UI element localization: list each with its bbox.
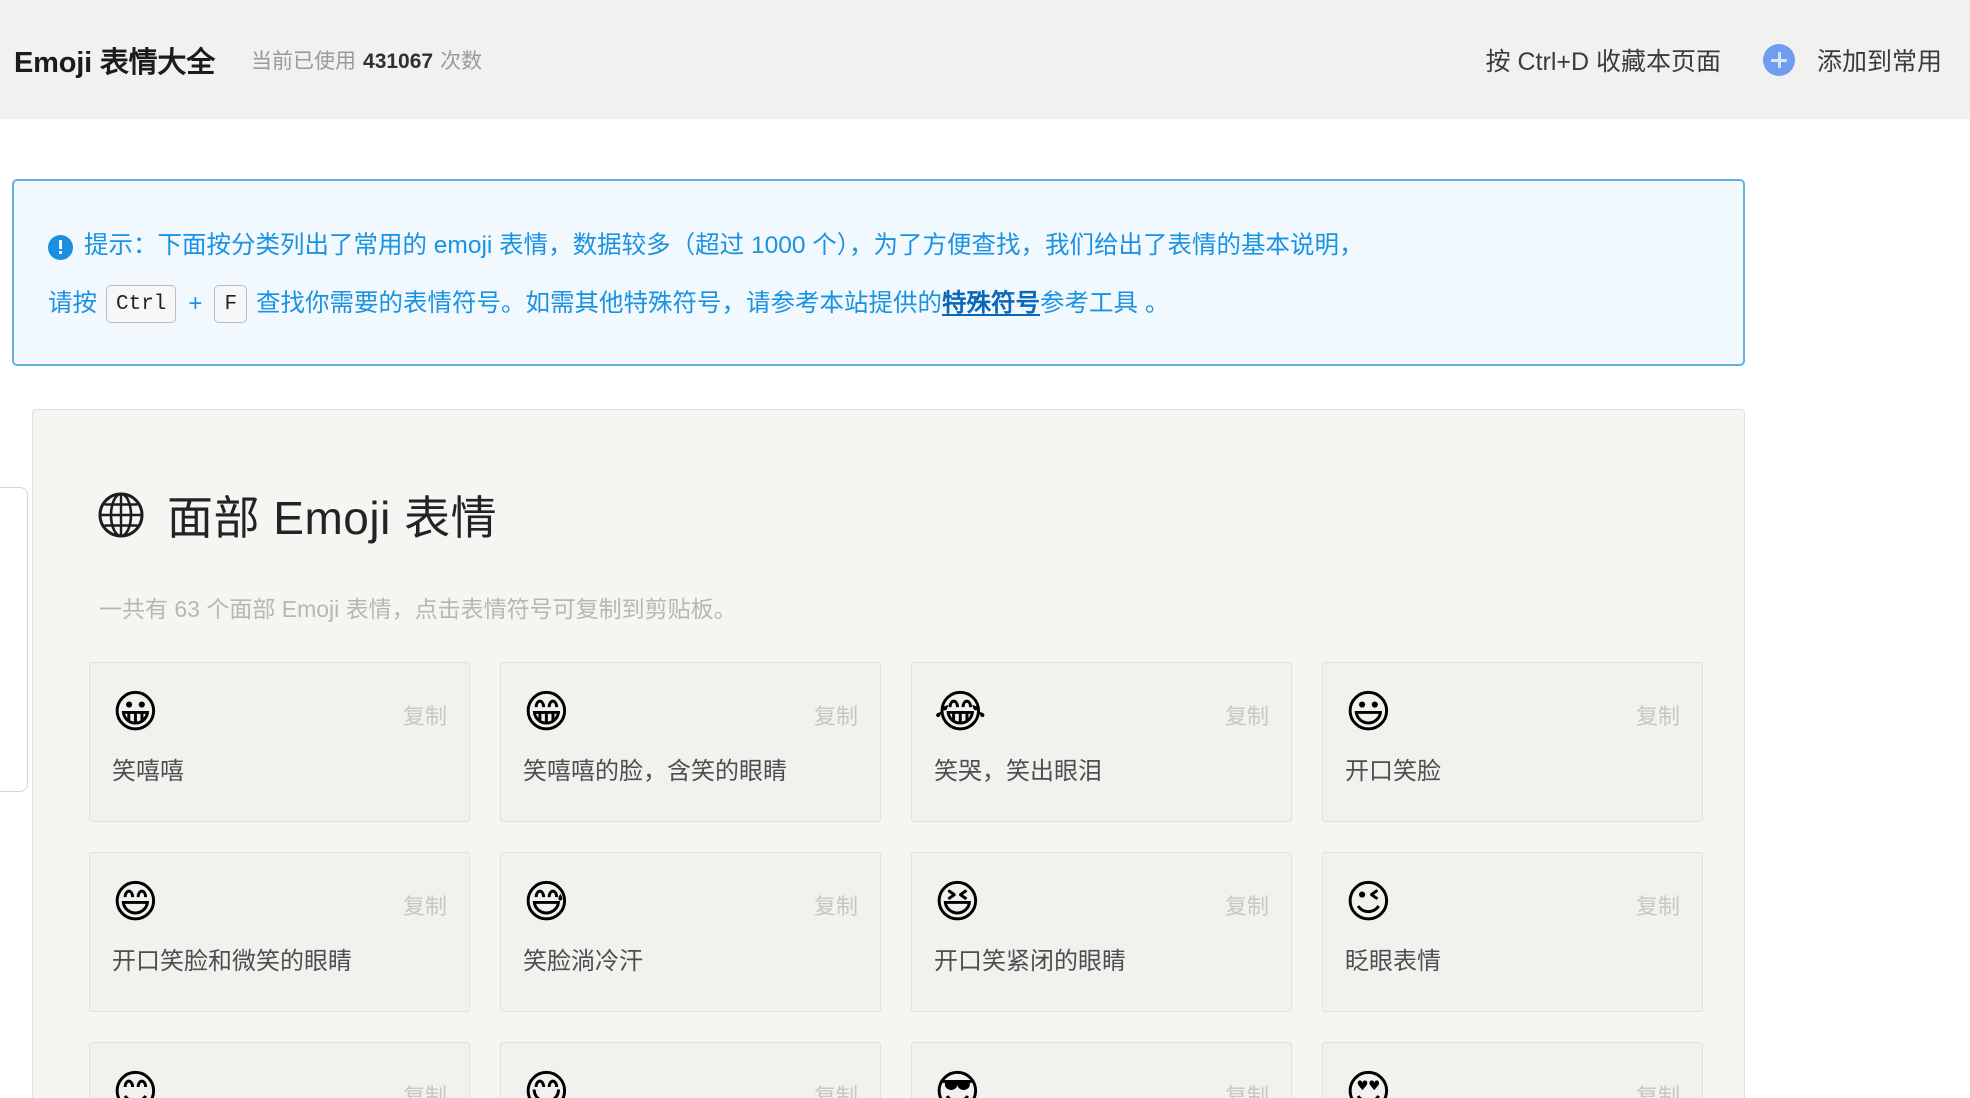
- usage-prefix-label: 当前已使用: [251, 45, 356, 75]
- emoji-name-label: 开口笑脸和微笑的眼睛: [112, 941, 447, 976]
- tip-line-2-suffix: 参考工具 。: [1040, 275, 1169, 333]
- emoji-card[interactable]: 😅 复制笑脸淌冷汗: [500, 852, 881, 1012]
- emoji-card[interactable]: 😉 复制眨眼表情: [1322, 852, 1703, 1012]
- emoji-card[interactable]: 😂 复制笑哭，笑出眼泪: [911, 662, 1292, 822]
- section-heading: 面部 Emoji 表情: [97, 482, 1688, 548]
- tip-line-2: 请按 Ctrl + F 查找你需要的表情符号。如需其他特殊符号，请参考本站提供的…: [48, 275, 1709, 333]
- emoji-name-label: 笑嘻嘻: [112, 751, 447, 786]
- emoji-card[interactable]: 😊 复制: [89, 1042, 470, 1098]
- emoji-card[interactable]: 😆 复制开口笑紧闭的眼睛: [911, 852, 1292, 1012]
- bookmark-hint-label: 按 Ctrl+D 收藏本页面: [1486, 42, 1721, 78]
- emoji-glyph[interactable]: 😂: [934, 685, 987, 739]
- emoji-card-top: 😂 复制: [934, 685, 1269, 739]
- copy-button[interactable]: 复制: [1225, 875, 1269, 921]
- emoji-glyph[interactable]: 😀: [112, 685, 159, 739]
- emoji-card-top: 😀 复制: [112, 685, 447, 739]
- emoji-glyph[interactable]: 😋: [523, 1065, 570, 1098]
- plus-circle-icon: [1763, 44, 1795, 76]
- emoji-card[interactable]: 😃 复制开口笑脸: [1322, 662, 1703, 822]
- emoji-glyph[interactable]: 😄: [112, 875, 159, 929]
- tip-line-2-prefix: 请按: [48, 275, 97, 333]
- usage-count-value: 431067: [363, 50, 433, 74]
- copy-button[interactable]: 复制: [1636, 875, 1680, 921]
- emoji-glyph[interactable]: 😅: [523, 875, 570, 929]
- left-floating-panel[interactable]: [0, 487, 28, 792]
- emoji-card-top: 😃 复制: [1345, 685, 1680, 739]
- emoji-name-label: 笑嘻嘻的脸，含笑的眼睛: [523, 751, 858, 786]
- section-title: 面部 Emoji 表情: [167, 482, 497, 548]
- copy-button[interactable]: 复制: [1225, 1065, 1269, 1098]
- emoji-name-label: 开口笑脸: [1345, 751, 1680, 786]
- emoji-card[interactable]: 😋 复制: [500, 1042, 881, 1098]
- kbd-plus-separator: +: [188, 275, 202, 333]
- emoji-card-top: 😉 复制: [1345, 875, 1680, 929]
- emoji-glyph[interactable]: 😆: [934, 875, 981, 929]
- emoji-card[interactable]: 😄 复制开口笑脸和微笑的眼睛: [89, 852, 470, 1012]
- kbd-ctrl: Ctrl: [106, 285, 176, 323]
- emoji-card[interactable]: 😍 复制: [1322, 1042, 1703, 1098]
- kbd-f: F: [214, 285, 247, 323]
- copy-button[interactable]: 复制: [403, 685, 447, 731]
- header-actions: 按 Ctrl+D 收藏本页面 添加到常用: [1486, 42, 1942, 78]
- tip-notice-box: 提示：下面按分类列出了常用的 emoji 表情，数据较多（超过 1000 个），…: [12, 179, 1745, 366]
- copy-button[interactable]: 复制: [403, 1065, 447, 1098]
- emoji-card-top: 😋 复制: [523, 1065, 858, 1098]
- emoji-glyph[interactable]: 😉: [1345, 875, 1392, 929]
- copy-button[interactable]: 复制: [1636, 1065, 1680, 1098]
- alert-circle-icon: [48, 235, 73, 260]
- usage-suffix-label: 次数: [440, 45, 482, 75]
- emoji-name-label: 笑脸淌冷汗: [523, 941, 858, 976]
- emoji-name-label: 开口笑紧闭的眼睛: [934, 941, 1269, 976]
- copy-button[interactable]: 复制: [403, 875, 447, 921]
- tip-line-2-mid: 查找你需要的表情符号。如需其他特殊符号，请参考本站提供的: [256, 275, 942, 333]
- add-to-favorites-button[interactable]: 添加到常用: [1763, 42, 1942, 78]
- emoji-name-label: 笑哭，笑出眼泪: [934, 751, 1269, 786]
- emoji-glyph[interactable]: 😍: [1345, 1065, 1392, 1098]
- emoji-card-top: 😁 复制: [523, 685, 858, 739]
- emoji-card-top: 😍 复制: [1345, 1065, 1680, 1098]
- section-subtitle: 一共有 63 个面部 Emoji 表情，点击表情符号可复制到剪贴板。: [99, 590, 1688, 624]
- emoji-grid: 😀复制笑嘻嘻😁复制笑嘻嘻的脸，含笑的眼睛😂复制笑哭，笑出眼泪😃复制开口笑脸😄复制…: [89, 662, 1688, 1098]
- add-to-favorites-label: 添加到常用: [1817, 42, 1942, 78]
- emoji-card[interactable]: 😀 复制笑嘻嘻: [89, 662, 470, 822]
- top-header-bar: Emoji 表情大全 当前已使用 431067 次数 按 Ctrl+D 收藏本页…: [0, 0, 1970, 119]
- tip-line-1: 提示：下面按分类列出了常用的 emoji 表情，数据较多（超过 1000 个），…: [48, 217, 1709, 275]
- face-emoji-section: 面部 Emoji 表情 一共有 63 个面部 Emoji 表情，点击表情符号可复…: [32, 409, 1745, 1098]
- copy-button[interactable]: 复制: [1225, 685, 1269, 731]
- tip-line-1-text: 提示：下面按分类列出了常用的 emoji 表情，数据较多（超过 1000 个），…: [84, 217, 1364, 275]
- usage-counter: 当前已使用 431067 次数: [251, 45, 482, 75]
- emoji-card-top: 😊 复制: [112, 1065, 447, 1098]
- emoji-glyph[interactable]: 😁: [523, 685, 570, 739]
- emoji-name-label: 眨眼表情: [1345, 941, 1680, 976]
- emoji-card[interactable]: 😁 复制笑嘻嘻的脸，含笑的眼睛: [500, 662, 881, 822]
- emoji-glyph[interactable]: 😎: [934, 1065, 981, 1098]
- emoji-glyph[interactable]: 😊: [112, 1065, 159, 1098]
- globe-icon: [97, 491, 145, 539]
- copy-button[interactable]: 复制: [814, 1065, 858, 1098]
- emoji-card-top: 😄 复制: [112, 875, 447, 929]
- emoji-glyph[interactable]: 😃: [1345, 685, 1392, 739]
- emoji-card-top: 😅 复制: [523, 875, 858, 929]
- emoji-card-top: 😎 复制: [934, 1065, 1269, 1098]
- copy-button[interactable]: 复制: [1636, 685, 1680, 731]
- emoji-card[interactable]: 😎 复制: [911, 1042, 1292, 1098]
- copy-button[interactable]: 复制: [814, 685, 858, 731]
- emoji-card-top: 😆 复制: [934, 875, 1269, 929]
- copy-button[interactable]: 复制: [814, 875, 858, 921]
- page-title: Emoji 表情大全: [14, 39, 215, 81]
- special-symbols-link[interactable]: 特殊符号: [942, 275, 1040, 333]
